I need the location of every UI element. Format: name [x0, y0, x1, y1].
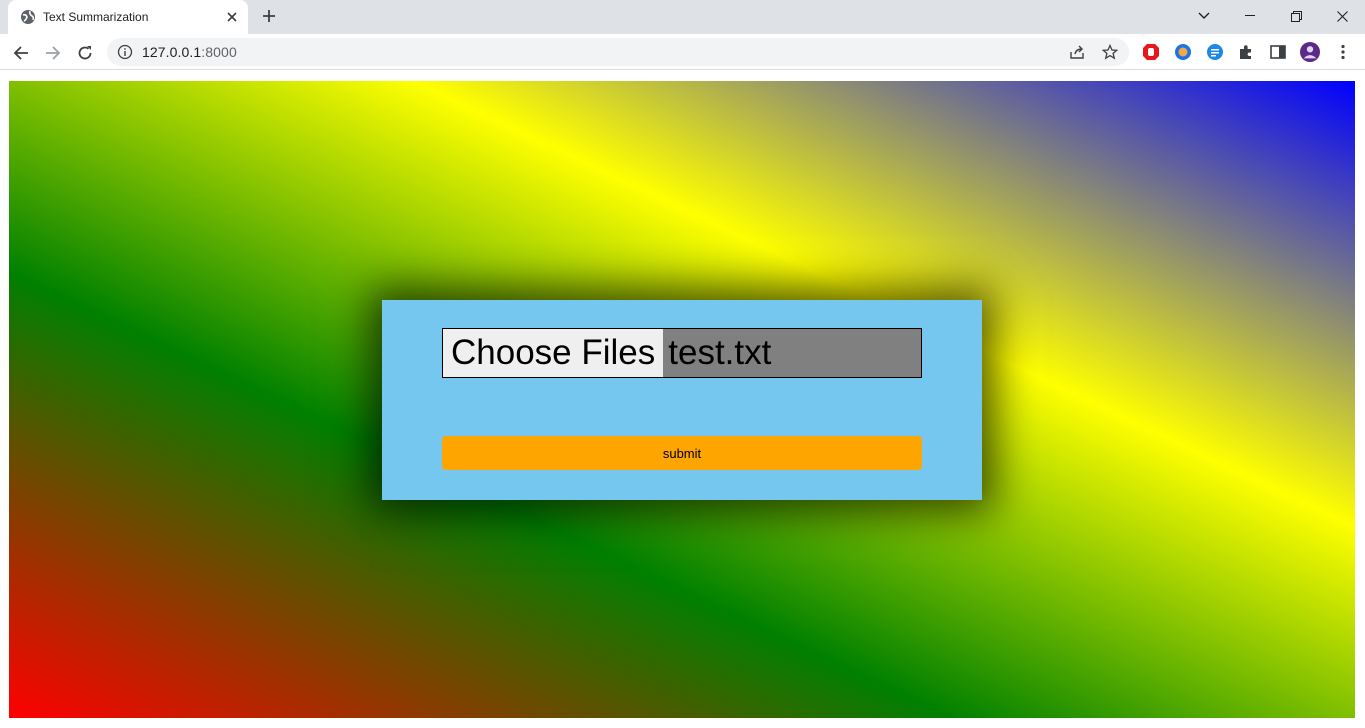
browser-tab[interactable]: Text Summarization [8, 0, 248, 34]
address-bar[interactable]: 127.0.0.1:8000 [107, 38, 1129, 66]
url-port: :8000 [201, 44, 237, 60]
page-viewport: Choose Files test.txt submit [0, 71, 1365, 728]
stop-hand-extension-icon[interactable] [1141, 42, 1161, 62]
tab-strip: Text Summarization [0, 0, 1365, 34]
globe-icon [20, 9, 36, 25]
cookie-extension-icon[interactable] [1173, 42, 1193, 62]
choose-files-button[interactable]: Choose Files [443, 329, 664, 377]
minimize-icon[interactable] [1227, 0, 1273, 32]
tab-close-icon[interactable] [223, 8, 241, 26]
tab-title: Text Summarization [43, 10, 149, 24]
file-input[interactable]: Choose Files test.txt [442, 328, 922, 378]
info-icon[interactable] [117, 44, 133, 60]
browser-toolbar: 127.0.0.1:8000 [0, 34, 1365, 70]
url-text[interactable]: 127.0.0.1:8000 [142, 44, 237, 60]
selected-file-name: test.txt [668, 333, 772, 372]
url-host: 127.0.0.1 [142, 44, 202, 60]
forward-icon[interactable] [41, 41, 65, 65]
new-tab-plus-icon[interactable] [258, 5, 280, 27]
blue-circle-extension-icon[interactable] [1205, 42, 1225, 62]
profile-avatar[interactable] [1300, 42, 1320, 62]
reload-icon[interactable] [73, 41, 97, 65]
share-icon[interactable] [1068, 43, 1086, 61]
star-icon[interactable] [1101, 43, 1119, 61]
upload-form-card: Choose Files test.txt submit [382, 300, 982, 500]
window-close-icon[interactable] [1319, 0, 1365, 32]
back-icon[interactable] [9, 41, 33, 65]
restore-icon[interactable] [1273, 0, 1319, 32]
kebab-menu-icon[interactable] [1333, 42, 1353, 62]
tab-search-chevron-down-icon[interactable] [1181, 0, 1227, 32]
side-panel-icon[interactable] [1268, 42, 1288, 62]
submit-button[interactable]: submit [442, 436, 922, 470]
puzzle-extensions-icon[interactable] [1236, 42, 1256, 62]
